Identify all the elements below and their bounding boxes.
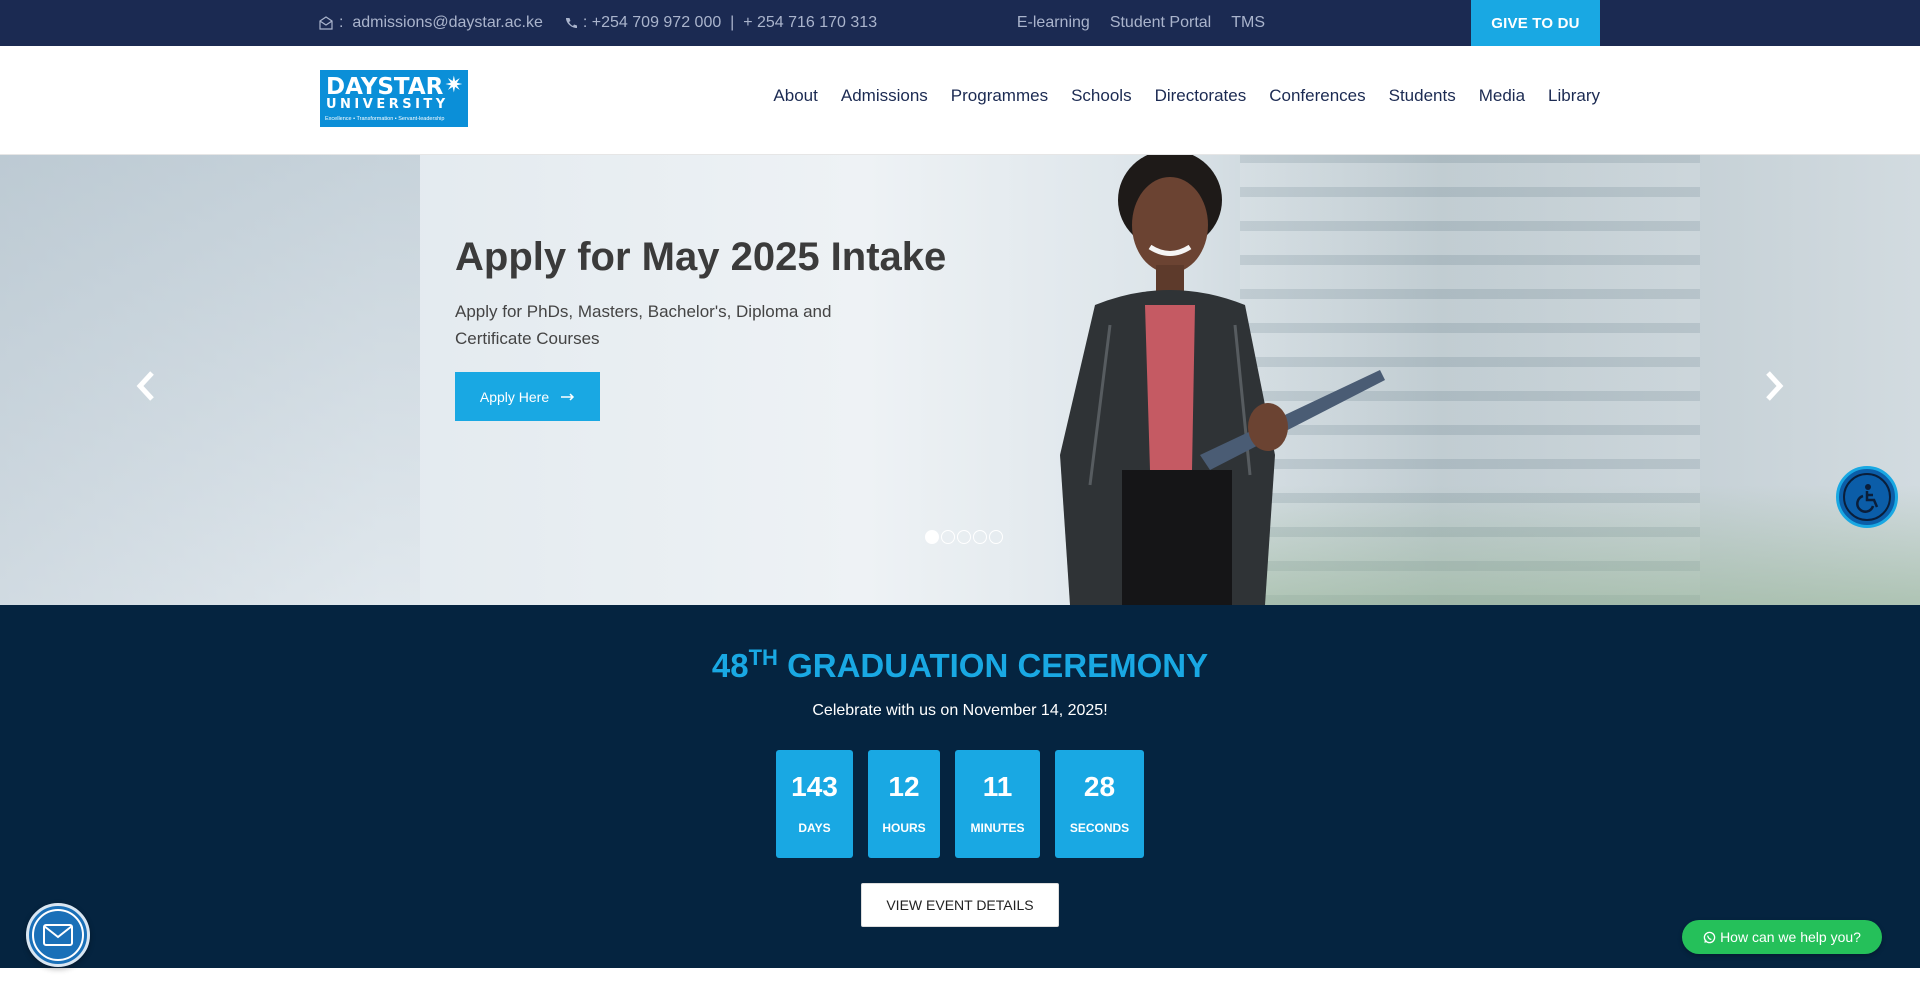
nav-admissions[interactable]: Admissions [841,86,928,106]
countdown-label: DAYS [798,821,831,835]
slider-dot[interactable] [925,530,939,544]
countdown-seconds: 28 SECONDS [1055,750,1144,858]
graduation-suffix: TH [748,645,778,670]
page-bottom-strip [0,968,1920,993]
contact-mail-button[interactable] [26,903,90,967]
nav-conferences[interactable]: Conferences [1269,86,1365,106]
apply-here-button[interactable]: Apply Here [455,372,600,421]
graduation-section: 48TH GRADUATION CEREMONY Celebrate with … [0,605,1920,968]
countdown-minutes: 11 MINUTES [955,750,1040,858]
nav-schools[interactable]: Schools [1071,86,1131,106]
logo-line-1: DAYSTAR [326,74,444,100]
countdown-value: 11 [982,771,1013,802]
logo-tagline: Excellence • Transformation • Servant-le… [325,116,445,122]
nav-directorates[interactable]: Directorates [1155,86,1247,106]
accessibility-ring [1843,473,1891,521]
star-icon: ✷ [444,72,463,97]
graduation-number: 48 [711,647,749,684]
link-elearning[interactable]: E-learning [1017,14,1090,32]
graduation-title-text: GRADUATION CEREMONY [787,647,1209,684]
countdown-value: 28 [1083,771,1116,802]
email-contact[interactable]: : admissions@daystar.ac.ke [319,14,543,32]
countdown-label: MINUTES [970,821,1025,835]
email-separator: : [339,14,344,31]
celebrate-text: Celebrate with us on November 14, 2025! [812,702,1108,719]
countdown-value: 143 [791,771,838,802]
link-student-portal[interactable]: Student Portal [1110,14,1211,32]
slider-prev-arrow[interactable] [134,369,158,403]
countdown-hours: 12 HOURS [868,750,940,858]
envelope-icon [43,924,73,946]
hero-title: Apply for May 2025 Intake [455,235,947,279]
slider-dot[interactable] [989,530,1003,544]
phone-text[interactable]: : +254 709 972 000 [583,14,721,32]
email-text[interactable]: admissions@daystar.ac.ke [352,14,543,32]
main-nav: About Admissions Programmes Schools Dire… [773,46,1600,146]
countdown-label: HOURS [882,821,926,835]
envelope-icon [319,16,333,30]
mail-ring [32,909,84,961]
phone-icon [565,18,577,28]
daystar-logo[interactable]: DAYSTAR UNIVERSITY Excellence • Transfor… [320,70,468,127]
nav-students[interactable]: Students [1389,86,1456,106]
whatsapp-icon [1703,931,1716,943]
wheelchair-icon [1856,484,1879,513]
slider-dots [925,530,1003,544]
phone-text-2[interactable]: + 254 716 170 313 [743,14,877,32]
hero-background-blur [0,155,420,605]
nav-programmes[interactable]: Programmes [951,86,1048,106]
contact-info: : admissions@daystar.ac.ke : +254 709 97… [319,0,877,46]
student-photo [1060,155,1385,605]
phone-contact[interactable]: : +254 709 972 000 | + 254 716 170 313 [565,14,877,32]
arrow-right-icon [561,392,575,401]
logo-line-2: UNIVERSITY [326,97,449,112]
countdown-label: SECONDS [1069,821,1130,835]
countdown-days: 143 DAYS [776,750,853,858]
slider-next-arrow[interactable] [1762,369,1786,403]
graduation-title: 48TH GRADUATION CEREMONY [0,645,1920,685]
slider-dot[interactable] [973,530,987,544]
slider-dot[interactable] [941,530,955,544]
slider-dot[interactable] [957,530,971,544]
main-header: DAYSTAR UNIVERSITY Excellence • Transfor… [0,46,1920,155]
accessibility-button[interactable] [1836,466,1898,528]
hero-subtitle: Apply for PhDs, Masters, Bachelor's, Dip… [455,302,832,348]
nav-library[interactable]: Library [1548,86,1600,106]
phone-separator: | [730,14,735,31]
nav-about[interactable]: About [773,86,817,106]
countdown-value: 12 [888,771,920,802]
top-links: E-learning Student Portal TMS [1017,0,1265,46]
view-event-details-button[interactable]: VIEW EVENT DETAILS [861,883,1059,927]
give-to-du-button[interactable]: GIVE TO DU [1471,0,1600,46]
whatsapp-label: How can we help you? [1720,929,1861,945]
nav-media[interactable]: Media [1479,86,1525,106]
apply-label: Apply Here [479,388,550,405]
top-bar: : admissions@daystar.ac.ke : +254 709 97… [0,0,1920,46]
hero-slider: Apply for May 2025 Intake Apply for PhDs… [0,155,1920,605]
whatsapp-chat-button[interactable]: How can we help you? [1682,920,1882,954]
link-tms[interactable]: TMS [1231,14,1265,32]
